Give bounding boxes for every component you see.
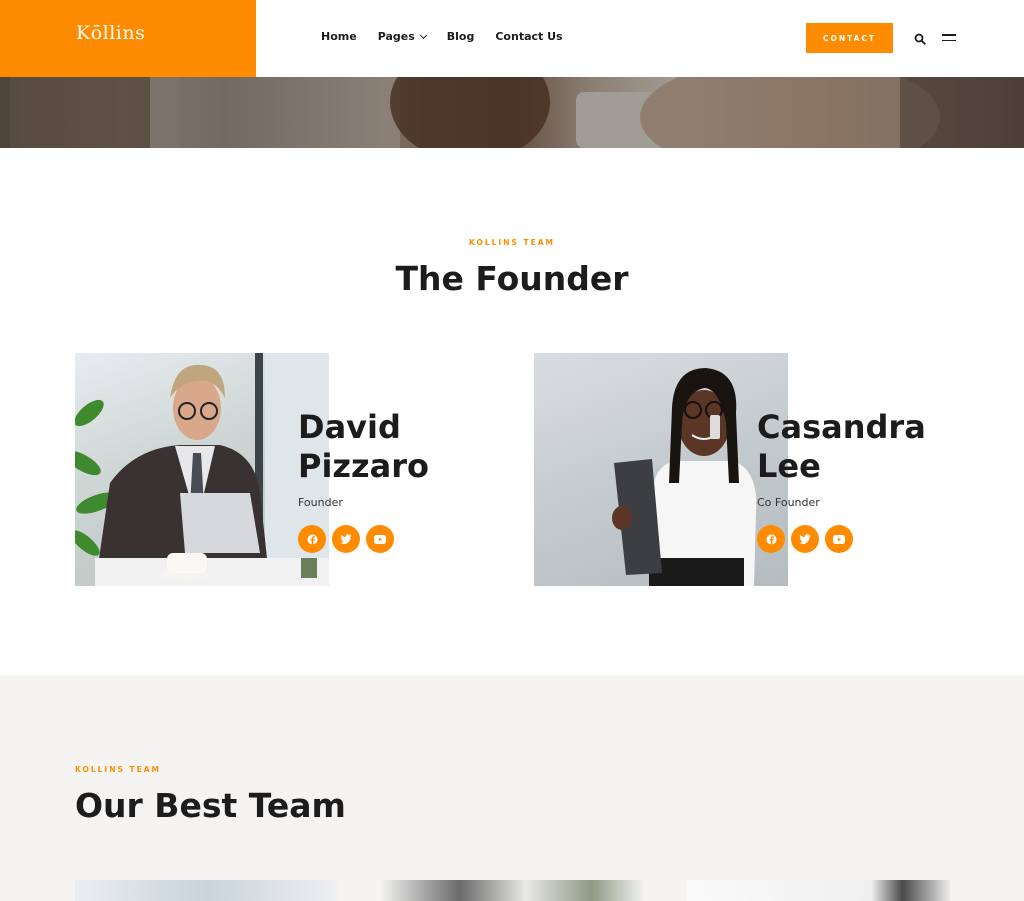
- team-eyebrow: KOLLINS TEAM: [75, 765, 161, 774]
- founder-photo-david: [75, 353, 329, 586]
- team-card-photo[interactable]: [687, 880, 950, 901]
- twitter-icon[interactable]: [791, 525, 819, 553]
- founder-name-line1: David: [298, 408, 401, 446]
- socials-casandra: [757, 525, 859, 553]
- site-header: Kōllins Home Pages Blog Contact Us CONTA…: [0, 0, 1024, 77]
- logo-box[interactable]: Kōllins: [0, 0, 256, 77]
- nav-contact-us[interactable]: Contact Us: [495, 30, 562, 43]
- nav-pages[interactable]: Pages: [377, 30, 427, 43]
- nav-pages-label: Pages: [377, 30, 415, 43]
- team-card-photo[interactable]: [75, 880, 338, 901]
- founder-name-line2: Lee: [757, 447, 821, 485]
- founder-name-casandra: Casandra Lee: [757, 408, 926, 486]
- team-section-title: Our Best Team: [75, 786, 346, 825]
- search-icon[interactable]: [914, 32, 926, 45]
- founder-photo-casandra-illustration: [612, 368, 757, 586]
- founder-name-david: David Pizzaro: [298, 408, 429, 486]
- youtube-icon[interactable]: [366, 525, 394, 553]
- nav-blog[interactable]: Blog: [447, 30, 475, 43]
- hamburger-menu-icon[interactable]: [942, 34, 956, 42]
- hero-photo-shapes: [10, 77, 1024, 148]
- nav-blog-label: Blog: [446, 30, 475, 43]
- founder-photo-casandra: [534, 353, 788, 586]
- founder-role-casandra: Co Founder: [757, 496, 820, 509]
- nav-contact-us-label: Contact Us: [495, 30, 563, 43]
- main-nav: Home Pages Blog Contact Us: [321, 30, 584, 43]
- founder-role-david: Founder: [298, 496, 343, 509]
- youtube-icon[interactable]: [825, 525, 853, 553]
- facebook-icon[interactable]: [298, 525, 326, 553]
- founder-name-line1: Casandra: [757, 408, 926, 446]
- contact-button[interactable]: CONTACT: [806, 23, 893, 53]
- founder-eyebrow: KOLLINS TEAM: [469, 238, 555, 247]
- team-card-photo[interactable]: [381, 880, 644, 901]
- twitter-icon[interactable]: [332, 525, 360, 553]
- nav-home[interactable]: Home: [321, 30, 357, 43]
- hero-image: [0, 77, 1024, 148]
- chevron-down-icon: [419, 31, 427, 39]
- founder-photo-david-illustration: [75, 353, 329, 586]
- facebook-icon[interactable]: [757, 525, 785, 553]
- nav-home-label: Home: [321, 30, 357, 43]
- founder-name-line2: Pizzaro: [298, 447, 430, 485]
- socials-david: [298, 525, 400, 553]
- founder-section-title: The Founder: [395, 259, 629, 298]
- logo[interactable]: Kōllins: [76, 22, 145, 44]
